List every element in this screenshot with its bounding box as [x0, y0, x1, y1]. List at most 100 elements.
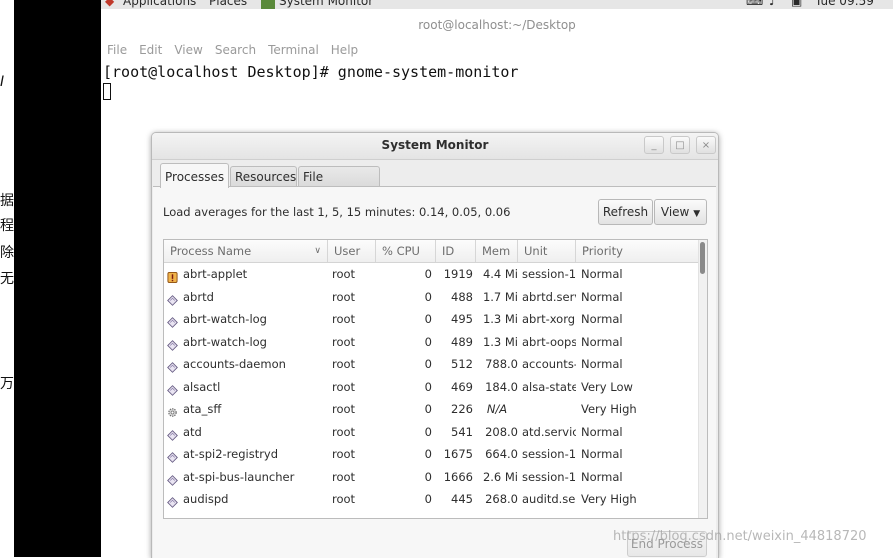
table-row[interactable]: atd root 0 541 208.0 atd.servic Normal — [164, 421, 699, 444]
refresh-button[interactable]: Refresh — [598, 199, 653, 225]
view-button-label: View — [660, 205, 690, 219]
user-icon[interactable]: ▣ — [791, 0, 802, 8]
tab-resources[interactable]: Resources — [230, 166, 297, 187]
table-row-partial[interactable] — [164, 511, 699, 519]
process-table[interactable]: Process Name ∨ User % CPU ID Mem Unit Pr… — [163, 239, 708, 519]
priority-cell: Normal — [581, 267, 623, 281]
terminal-prompt-line[interactable]: [root@localhost Desktop]# gnome-system-m… — [103, 63, 518, 81]
menu-help[interactable]: Help — [331, 43, 358, 57]
process-name-cell: alsactl — [183, 379, 221, 394]
menu-file[interactable]: File — [107, 43, 127, 57]
tab-processes[interactable]: Processes — [160, 163, 229, 188]
column-header-priority[interactable]: Priority — [576, 240, 699, 262]
scrollbar-thumb[interactable] — [700, 242, 705, 274]
unit-cell: session-1 — [522, 267, 576, 281]
tab-file-systems[interactable]: File Systems — [298, 166, 380, 205]
table-row[interactable]: abrt-watch-log root 0 489 1.3 Mi abrt-oops Nor… — [164, 331, 699, 354]
table-row[interactable]: abrt-applet root 0 1919 4.4 Mi session-1 Norma… — [164, 263, 699, 286]
window-titlebar[interactable]: System Monitor _ □ × — [152, 133, 718, 160]
window-title: System Monitor — [381, 138, 489, 152]
processes-panel: Load averages for the last 1, 5, 15 minu… — [153, 186, 716, 558]
process-name-cell: ata_sff — [183, 402, 222, 416]
process-icon — [167, 426, 178, 441]
background-text: 无 — [0, 271, 14, 287]
places-menu[interactable]: Places — [209, 0, 247, 8]
keyboard-icon[interactable]: ⌨ — [746, 0, 763, 8]
mem-cell: 268.0 — [485, 492, 518, 506]
process-name-cell: atd — [183, 424, 202, 439]
background-text: 除 — [0, 245, 14, 261]
process-icon — [167, 336, 178, 351]
priority-cell: Normal — [581, 289, 623, 304]
applications-menu[interactable]: Applications — [123, 0, 196, 8]
table-row[interactable]: at-spi-bus-launcher root 0 1666 2.6 Mi sessio… — [164, 466, 699, 489]
pid-cell: 512 — [451, 357, 473, 371]
user-cell: root — [332, 492, 356, 506]
process-name-cell: audispd — [183, 492, 229, 506]
mem-cell: 664.0 — [485, 447, 518, 461]
mem-cell: 184.0 — [485, 379, 518, 394]
process-name-cell: abrt-watch-log — [183, 312, 267, 326]
process-icon — [167, 381, 178, 396]
column-header-id[interactable]: ID — [436, 240, 476, 262]
applications-icon[interactable]: ◆ — [105, 0, 114, 8]
process-icon — [167, 448, 178, 463]
vertical-scrollbar[interactable] — [698, 240, 707, 518]
table-row[interactable]: abrt-watch-log root 0 495 1.3 Mi abrt-xorg Nor… — [164, 308, 699, 331]
table-row[interactable]: alsactl root 0 469 184.0 alsa-state Very Low — [164, 376, 699, 399]
view-menu-button[interactable]: View ▼ — [654, 199, 707, 225]
column-header-mem[interactable]: Mem — [476, 240, 518, 262]
chevron-down-icon: ▼ — [693, 209, 701, 219]
process-name-cell: abrtd — [183, 289, 214, 304]
background-window: I 据 程 除 无 万 — [0, 0, 101, 557]
table-row[interactable]: ata_sff root 0 226 N/A Very High — [164, 398, 699, 421]
terminal-cursor — [103, 83, 111, 100]
table-row[interactable]: at-spi2-registryd root 0 1675 664.0 session-1… — [164, 443, 699, 466]
close-button[interactable]: × — [696, 136, 716, 154]
unit-cell: abrt-xorg — [522, 312, 576, 326]
clock[interactable]: Tue 09:59 — [815, 0, 874, 8]
table-row[interactable]: audispd root 0 445 268.0 auditd.ser Very High — [164, 488, 699, 511]
priority-cell: Normal — [581, 469, 623, 484]
mem-cell: 1.3 Mi — [482, 334, 518, 349]
menu-view[interactable]: View — [174, 43, 202, 57]
table-header: Process Name ∨ User % CPU ID Mem Unit Pr… — [164, 240, 699, 263]
sort-chevron-icon: ∨ — [314, 246, 321, 256]
menu-search[interactable]: Search — [215, 43, 256, 57]
column-header-unit[interactable]: Unit — [518, 240, 576, 262]
background-text: 万 — [0, 376, 14, 392]
priority-cell: Normal — [581, 334, 623, 349]
watermark: https://blog.csdn.net/weixin_44818720 — [613, 529, 867, 544]
process-icon — [167, 313, 178, 328]
menu-terminal[interactable]: Terminal — [268, 43, 319, 57]
unit-cell: session-1 — [522, 469, 576, 484]
volume-icon[interactable]: ♪ — [769, 0, 777, 8]
user-cell: root — [332, 379, 356, 394]
table-row[interactable]: accounts-daemon root 0 512 788.0 accounts- Nor… — [164, 353, 699, 376]
process-name-cell: abrt-applet — [183, 267, 248, 281]
pid-cell: 469 — [451, 379, 473, 394]
pid-cell: 541 — [451, 424, 473, 439]
priority-cell: Very High — [581, 402, 637, 416]
column-header-cpu[interactable]: % CPU — [376, 240, 436, 262]
user-cell: root — [332, 267, 356, 281]
mem-cell: 208.0 — [485, 424, 518, 439]
table-row[interactable]: abrtd root 0 488 1.7 Mi abrtd.serv Normal — [164, 286, 699, 309]
system-monitor-window: System Monitor _ □ × Processes Resources… — [151, 132, 719, 558]
column-header-user[interactable]: User — [328, 240, 376, 262]
column-label: Process Name — [170, 244, 252, 258]
taskbar-system-monitor[interactable]: System Monitor — [279, 0, 373, 8]
minimize-button[interactable]: _ — [644, 136, 664, 154]
unit-cell — [522, 398, 576, 420]
column-header-process-name[interactable]: Process Name ∨ — [164, 240, 328, 262]
background-italic-glyph: I — [0, 74, 5, 90]
menu-edit[interactable]: Edit — [139, 43, 162, 57]
mem-cell: 4.4 Mi — [482, 267, 518, 281]
priority-cell: Normal — [581, 447, 623, 461]
user-cell: root — [332, 402, 356, 416]
user-cell: root — [332, 447, 356, 461]
cpu-cell: 0 — [424, 357, 432, 371]
pid-cell: 226 — [451, 402, 473, 416]
maximize-button[interactable]: □ — [670, 136, 690, 154]
pid-cell: 1666 — [443, 469, 473, 484]
